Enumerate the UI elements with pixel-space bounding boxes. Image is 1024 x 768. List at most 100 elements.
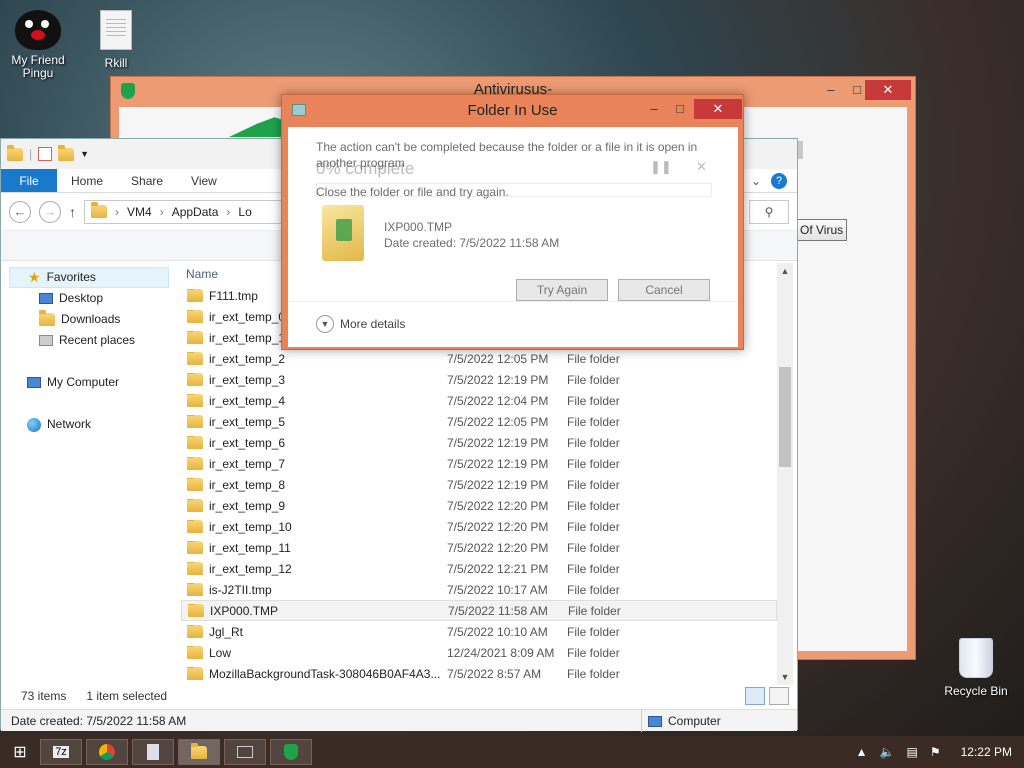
action-center-icon[interactable]: ⚑ [930, 745, 941, 759]
maximize-button[interactable]: □ [668, 99, 692, 119]
show-hidden-icons-icon[interactable]: ▲ [856, 745, 868, 759]
taskbar-monitor[interactable] [224, 739, 266, 765]
table-row[interactable]: ir_ext_temp_6 7/5/2022 12:19 PM File folde… [181, 432, 777, 453]
file-name-cell: Jgl_Rt [181, 624, 447, 639]
taskbar-notepad[interactable] [132, 739, 174, 765]
table-row[interactable]: ir_ext_temp_3 7/5/2022 12:19 PM File folde… [181, 369, 777, 390]
tab-view[interactable]: View [177, 169, 231, 192]
taskbar-chrome[interactable] [86, 739, 128, 765]
table-row[interactable]: ir_ext_temp_10 7/5/2022 12:20 PM File fold… [181, 516, 777, 537]
expand-ribbon-icon[interactable]: ⌄ [751, 169, 771, 192]
nav-label: Favorites [46, 270, 96, 284]
folder-icon [187, 456, 203, 470]
vertical-scrollbar[interactable]: ▲ ▼ [777, 263, 793, 685]
start-button[interactable]: ⊞ [0, 742, 40, 762]
table-row[interactable]: ir_ext_temp_2 7/5/2022 12:05 PM File folde… [181, 348, 777, 369]
desktop-icon-recycle-bin[interactable]: Recycle Bin [938, 638, 1014, 698]
tab-share[interactable]: Share [117, 169, 177, 192]
date-cell: 7/5/2022 12:05 PM [447, 351, 549, 366]
breadcrumb-item[interactable]: Lo [238, 205, 251, 219]
nav-my-computer[interactable]: My Computer [9, 372, 169, 393]
minimize-button[interactable]: – [817, 80, 845, 100]
network-icon[interactable]: ▤ [907, 745, 918, 759]
table-row[interactable]: ir_ext_temp_5 7/5/2022 12:05 PM File folde… [181, 411, 777, 432]
cancel-button[interactable]: Cancel [618, 279, 710, 301]
scroll-thumb[interactable] [779, 367, 791, 467]
details-bar: Date created: 7/5/2022 11:58 AM Computer [1, 709, 797, 732]
chevron-down-icon[interactable]: ▼ [80, 149, 89, 159]
forward-button[interactable]: → [39, 200, 61, 223]
date-cell: 7/5/2022 12:21 PM [447, 561, 549, 576]
close-button[interactable]: ✕ [865, 80, 911, 100]
shield-icon [121, 83, 135, 99]
taskbar-explorer[interactable] [178, 739, 220, 765]
taskbar: ⊞ 7z ▲ 🔈 ▤ ⚑ 12:22 PM [0, 736, 1024, 768]
type-cell: File folder [567, 477, 620, 492]
table-row[interactable]: ir_ext_temp_8 7/5/2022 12:19 PM File folde… [181, 474, 777, 495]
separator: | [29, 147, 33, 161]
table-row[interactable]: Low 12/24/2021 8:09 AM File folder [181, 642, 777, 663]
table-row[interactable]: ir_ext_temp_9 7/5/2022 12:20 PM File folde… [181, 495, 777, 516]
help-icon[interactable]: ? [771, 173, 787, 189]
type-cell: File folder [567, 666, 620, 681]
folder-icon [187, 435, 203, 449]
properties-icon[interactable] [38, 147, 53, 161]
navigation-pane: ★ Favorites Desktop Downloads Recent plac… [9, 267, 169, 687]
table-row[interactable]: ir_ext_temp_11 7/5/2022 12:20 PM File fold… [181, 537, 777, 558]
location-label: Computer [668, 714, 721, 728]
breadcrumb-item[interactable]: VM4 [127, 205, 152, 219]
dialog-app-icon [292, 104, 306, 116]
type-cell: File folder [567, 372, 620, 387]
nav-downloads[interactable]: Downloads [9, 309, 169, 330]
nav-recent-places[interactable]: Recent places [9, 330, 169, 351]
notepad-icon [147, 744, 159, 760]
speaker-muted-icon[interactable]: 🔈 [880, 745, 895, 759]
tab-file[interactable]: File [1, 169, 57, 192]
nav-label: Network [47, 417, 92, 431]
details-view-icon[interactable] [745, 687, 765, 705]
type-cell: File folder [567, 351, 620, 366]
table-row[interactable]: ir_ext_temp_12 7/5/2022 12:21 PM File fold… [181, 558, 777, 579]
type-cell: File folder [567, 519, 620, 534]
minimize-button[interactable]: – [642, 99, 666, 119]
desktop-icon-pingu[interactable]: My Friend Pingu [0, 0, 76, 80]
nav-desktop[interactable]: Desktop [9, 288, 169, 309]
scroll-down-icon[interactable]: ▼ [777, 669, 793, 685]
desktop-icon-rkill[interactable]: Rkill [78, 0, 154, 70]
desktop-icon-label: Recycle Bin [944, 684, 1008, 698]
taskbar-antivirus[interactable] [270, 739, 312, 765]
search-input[interactable]: ⚲ [749, 199, 789, 224]
table-row[interactable]: Jgl_Rt 7/5/2022 10:10 AM File folder [181, 621, 777, 642]
clock[interactable]: 12:22 PM [961, 745, 1012, 759]
file-name: Jgl_Rt [209, 624, 244, 639]
virus-button[interactable]: Of Virus [797, 219, 847, 241]
document-icon [100, 10, 132, 50]
table-row[interactable]: is-J2TII.tmp 7/5/2022 10:17 AM File folder [181, 579, 777, 600]
new-folder-icon[interactable] [58, 144, 75, 161]
file-info: IXP000.TMP Date created: 7/5/2022 11:58 … [384, 219, 559, 251]
more-details-toggle[interactable]: ▼ More details [316, 315, 405, 333]
tab-home[interactable]: Home [57, 169, 117, 192]
folder-icon [187, 624, 203, 638]
table-row[interactable]: IXP000.TMP 7/5/2022 11:58 AM File folder [181, 600, 777, 621]
taskbar-7zip[interactable]: 7z [40, 739, 82, 765]
table-row[interactable]: MozillaBackgroundTask-308046B0AF4A3... 7/… [181, 663, 777, 683]
breadcrumb-item[interactable]: AppData [172, 205, 219, 219]
file-name: ir_ext_temp_1 [209, 330, 286, 345]
folder-icon [187, 477, 203, 491]
large-icons-view-icon[interactable] [769, 687, 789, 705]
table-row[interactable]: ir_ext_temp_4 7/5/2022 12:04 PM File folde… [181, 390, 777, 411]
up-button[interactable]: ↑ [69, 204, 76, 220]
folder-icon [187, 351, 203, 365]
more-details-label: More details [340, 317, 406, 331]
close-button[interactable]: ✕ [694, 99, 742, 119]
monitor-icon [237, 746, 253, 758]
folder-icon [7, 144, 23, 161]
nav-network[interactable]: Network [9, 414, 169, 435]
file-name-cell: ir_ext_temp_2 [181, 351, 447, 366]
back-button[interactable]: ← [9, 200, 31, 223]
nav-favorites[interactable]: ★ Favorites [9, 267, 169, 288]
scroll-up-icon[interactable]: ▲ [777, 263, 793, 279]
try-again-button[interactable]: Try Again [516, 279, 608, 301]
table-row[interactable]: ir_ext_temp_7 7/5/2022 12:19 PM File folde… [181, 453, 777, 474]
